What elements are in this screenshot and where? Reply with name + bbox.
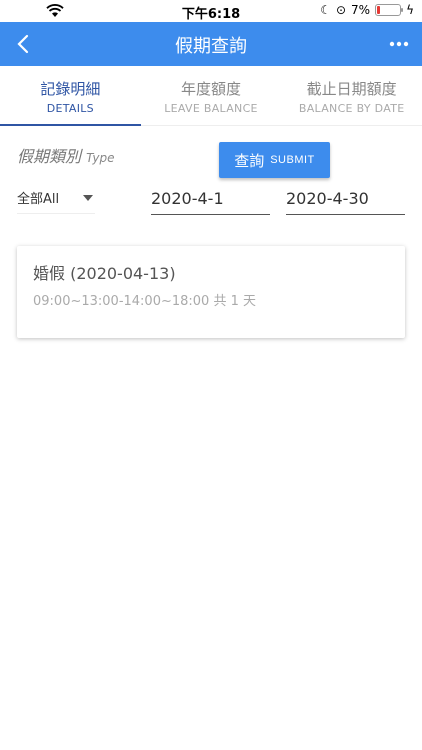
tab-details[interactable]: 記錄明細 DETAILS bbox=[0, 66, 141, 126]
submit-label-en: SUBMIT bbox=[270, 154, 315, 166]
tab-label-en: DETAILS bbox=[46, 102, 94, 115]
app-bar: 假期查詢 bbox=[0, 22, 422, 66]
end-date-input[interactable] bbox=[286, 182, 405, 215]
tab-label-zh: 截止日期額度 bbox=[306, 80, 397, 98]
tab-bar: 記錄明細 DETAILS 年度額度 LEAVE BALANCE 截止日期額度 B… bbox=[0, 66, 422, 126]
tab-balance-by-date[interactable]: 截止日期額度 BALANCE BY DATE bbox=[281, 66, 422, 125]
type-label-en: Type bbox=[86, 151, 115, 165]
submit-button[interactable]: 查詢 SUBMIT bbox=[219, 142, 330, 178]
more-options-icon[interactable] bbox=[388, 34, 410, 54]
record-detail: 09:00~13:00-14:00~18:00 共 1 天 bbox=[33, 294, 256, 309]
status-right: ☾ ⊙ 7% ϟ bbox=[320, 3, 414, 17]
tab-label-zh: 年度額度 bbox=[181, 80, 242, 98]
tab-leave-balance[interactable]: 年度額度 LEAVE BALANCE bbox=[141, 66, 282, 125]
leave-type-value: 全部All bbox=[17, 192, 60, 207]
submit-label-zh: 查詢 bbox=[234, 152, 265, 170]
page-title: 假期查詢 bbox=[175, 36, 247, 57]
record-title: 婚假 (2020-04-13) bbox=[33, 264, 176, 283]
tab-label-zh: 記錄明細 bbox=[40, 80, 101, 98]
dropdown-arrow-icon bbox=[83, 194, 93, 201]
start-date-input[interactable] bbox=[151, 182, 270, 215]
leave-record-card[interactable]: 婚假 (2020-04-13) 09:00~13:00-14:00~18:00 … bbox=[17, 246, 405, 338]
type-label-zh: 假期類別 bbox=[17, 147, 82, 166]
battery-percent: 7% bbox=[351, 3, 371, 17]
status-bar: 下午6:18 ☾ ⊙ 7% ϟ bbox=[0, 0, 422, 22]
tab-label-en: BALANCE BY DATE bbox=[298, 102, 405, 115]
lock-rotation-icon: ⊙ bbox=[335, 3, 347, 17]
moon-icon: ☾ bbox=[320, 3, 331, 17]
leave-type-select[interactable]: 全部All bbox=[17, 182, 95, 214]
charging-icon: ϟ bbox=[406, 3, 414, 17]
type-label: 假期類別 Type bbox=[17, 143, 115, 167]
tab-label-en: LEAVE BALANCE bbox=[164, 102, 258, 115]
battery-icon bbox=[375, 4, 404, 16]
